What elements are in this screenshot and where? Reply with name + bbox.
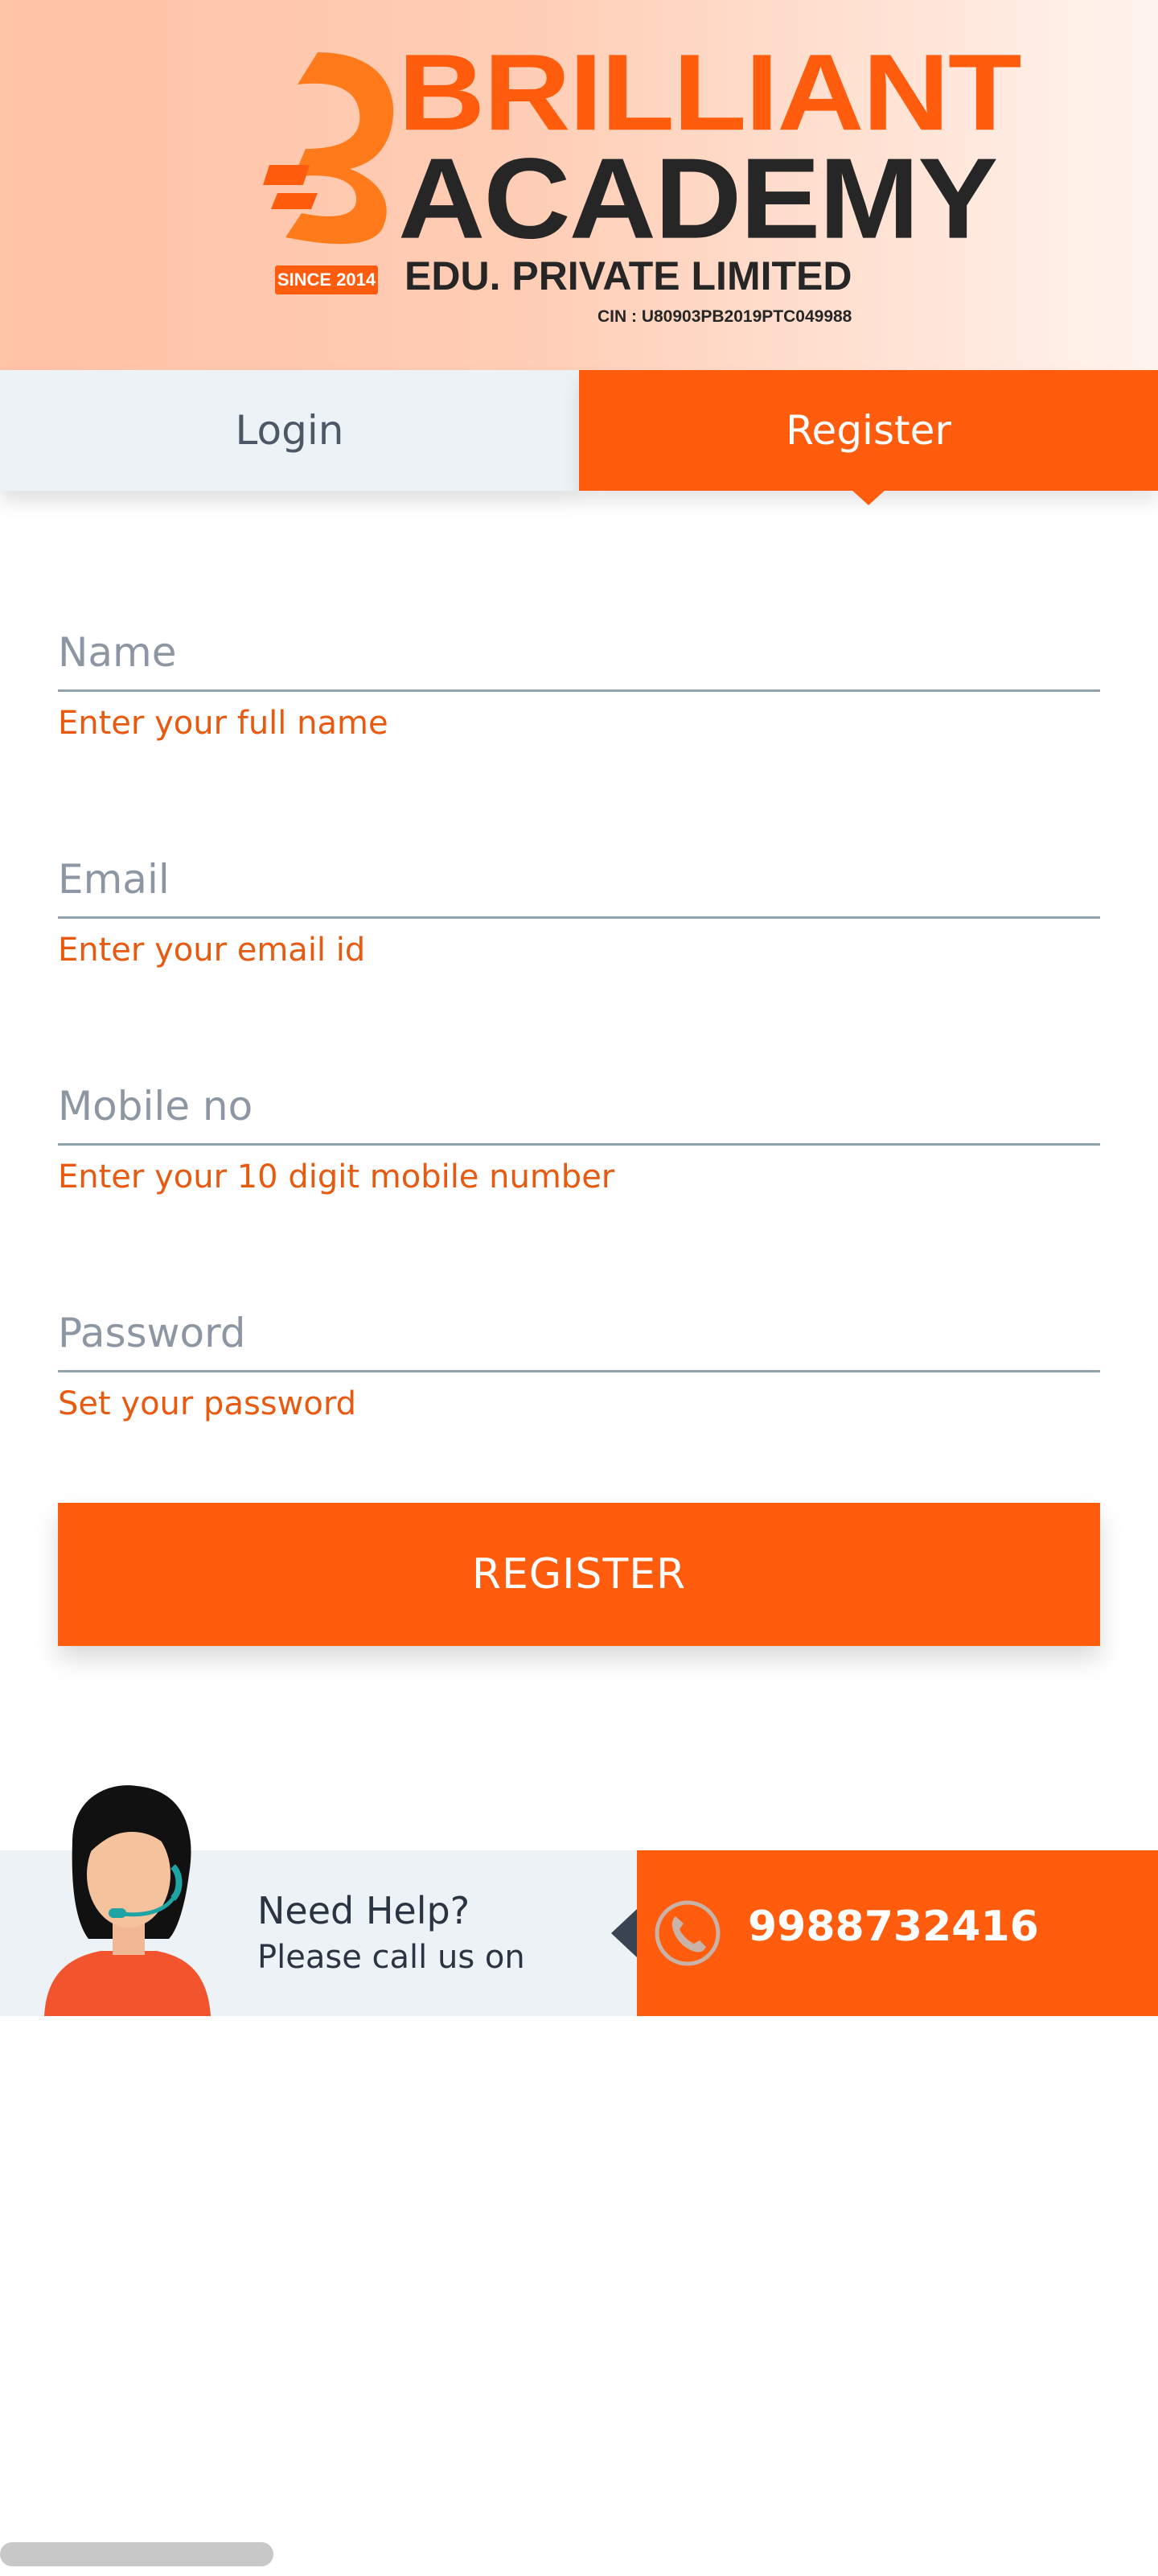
active-tab-indicator [851,489,886,505]
email-input[interactable] [58,806,1100,919]
password-field-group: Set your password [58,1260,1100,1422]
email-field-group: Enter your email id [58,806,1100,969]
tab-register[interactable]: Register [579,370,1158,491]
logo-b-mark-icon [263,52,394,245]
help-call-panel[interactable]: 9988732416 [637,1850,1158,2016]
header-banner: BRILLIANT ACADEMY SINCE 2014 EDU. PRIVAT… [0,0,1158,370]
auth-tabs: Login Register [0,370,1158,505]
since-badge: SINCE 2014 [275,265,378,294]
mobile-field-group: Enter your 10 digit mobile number [58,1033,1100,1195]
logo-brilliant-text: BRILLIANT [398,31,1022,154]
email-hint: Enter your email id [58,932,366,969]
logo-subtitle: EDU. PRIVATE LIMITED [404,253,852,298]
name-input[interactable] [58,579,1100,692]
tab-login[interactable]: Login [0,370,579,491]
horizontal-scrollbar[interactable] [0,2542,273,2566]
help-subtitle: Please call us on [257,1939,525,1976]
logo-academy-text: ACADEMY [398,134,998,263]
support-agent-avatar [44,1785,211,2016]
mobile-input[interactable] [58,1033,1100,1146]
phone-icon [655,1900,721,1966]
help-title: Need Help? [257,1889,470,1932]
password-input[interactable] [58,1260,1100,1372]
help-phone-number[interactable]: 9988732416 [748,1903,1039,1951]
name-field-group: Enter your full name [58,579,1100,742]
register-button[interactable]: REGISTER [58,1503,1100,1646]
name-hint: Enter your full name [58,705,388,742]
password-hint: Set your password [58,1385,356,1422]
logo-cin: CIN : U80903PB2019PTC049988 [597,307,852,326]
brand-logo: BRILLIANT ACADEMY SINCE 2014 EDU. PRIVAT… [261,38,1022,334]
mobile-hint: Enter your 10 digit mobile number [58,1158,615,1195]
help-arrow-icon [611,1909,637,1957]
